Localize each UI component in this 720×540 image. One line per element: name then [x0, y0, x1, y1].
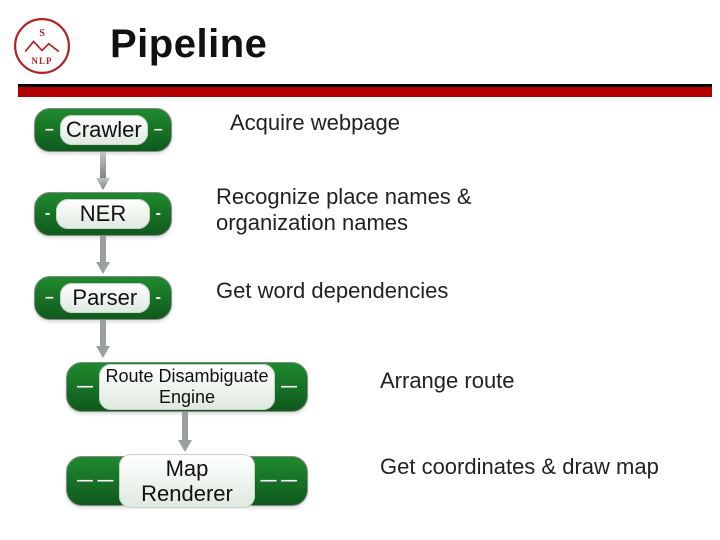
tick-right: - [156, 290, 161, 306]
pipeline-step-desc: Recognize place names & organization nam… [216, 184, 566, 237]
accent-bar [18, 84, 712, 97]
arrow-down-icon [96, 236, 110, 274]
tick-right: - [156, 206, 161, 222]
arrow-down-icon [178, 412, 192, 452]
pipeline-step-ner: - NER - [34, 192, 172, 236]
tick-right: — — [261, 473, 297, 489]
pipeline-step-label: Map Renderer [119, 454, 254, 509]
pipeline-step-map-renderer: — — Map Renderer — — [66, 456, 308, 506]
page-title: Pipeline [110, 22, 267, 67]
pipeline-step-label: Crawler [60, 115, 148, 144]
tick-left: – [45, 290, 54, 306]
tick-left: - [45, 206, 50, 222]
svg-text:NLP: NLP [31, 56, 52, 66]
stanford-nlp-logo: S NLP [14, 18, 70, 74]
pipeline-step-route-engine: — Route Disambiguate Engine — [66, 362, 308, 412]
arrow-down-icon [96, 320, 110, 358]
pipeline-step-desc: Acquire webpage [230, 110, 400, 136]
pipeline-step-desc: Get coordinates & draw map [380, 454, 659, 480]
pipeline-step-label: Route Disambiguate Engine [99, 364, 275, 409]
pipeline-step-desc: Arrange route [380, 368, 515, 394]
pipeline-step-label: Parser [60, 283, 150, 312]
tick-left: – [45, 122, 54, 138]
pipeline-step-parser: – Parser - [34, 276, 172, 320]
svg-text:S: S [39, 28, 45, 39]
tick-left: — [77, 379, 93, 395]
tick-right: — [281, 379, 297, 395]
pipeline-step-crawler: – Crawler – [34, 108, 172, 152]
pipeline-step-desc: Get word dependencies [216, 278, 448, 304]
arrow-down-icon [96, 152, 110, 190]
tick-right: – [154, 122, 163, 138]
tick-left: — — [77, 473, 113, 489]
pipeline-step-label: NER [56, 199, 149, 228]
